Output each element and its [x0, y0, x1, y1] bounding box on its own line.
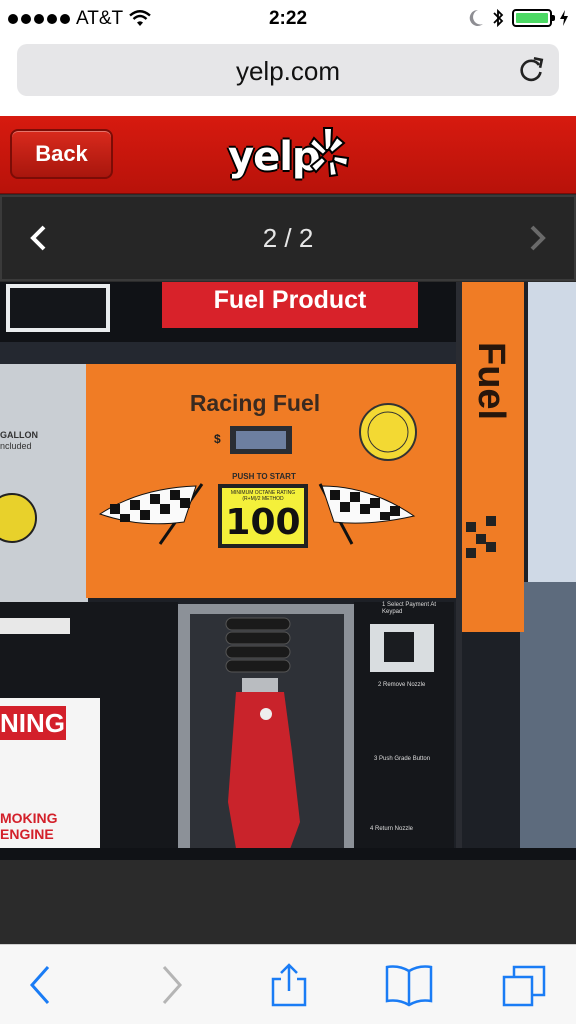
- address-bar[interactable]: yelp.com: [17, 44, 559, 96]
- charging-icon: [560, 10, 568, 26]
- screen: AT&T 2:22 yelp.com Back yelp 2 / 2 Fuel …: [0, 0, 576, 1024]
- back-arrow-icon[interactable]: [20, 963, 66, 1007]
- bluetooth-icon: [493, 8, 504, 28]
- yelp-logo[interactable]: yelp: [228, 122, 354, 188]
- tabs-icon[interactable]: [502, 963, 548, 1007]
- battery-icon: [512, 9, 555, 27]
- photo-counter: 2 / 2: [262, 223, 314, 253]
- moon-icon: [469, 9, 483, 26]
- price-symbol: $: [214, 432, 221, 446]
- side-banner-text: Fuel: [470, 342, 512, 421]
- back-button[interactable]: Back: [10, 129, 113, 179]
- fuel-product-label: Fuel Product: [213, 286, 367, 314]
- fuel-pump-photo[interactable]: Fuel Product Racing Fuel $ PUSH TO START…: [0, 282, 576, 860]
- gallery-bottom-area: [0, 860, 576, 944]
- url-text: yelp.com: [235, 56, 341, 86]
- gallon-label: GALLON: [0, 430, 38, 440]
- octane-value: 100: [225, 502, 301, 543]
- pump-step-3: 3 Push Grade Button: [374, 756, 431, 762]
- browser-toolbar: [0, 944, 576, 1024]
- status-bar: AT&T 2:22: [0, 0, 576, 38]
- yelp-burst-icon: [308, 127, 350, 178]
- status-right: [468, 8, 568, 28]
- reload-icon[interactable]: [517, 56, 545, 84]
- no-smoking-line1: MOKING: [0, 810, 58, 826]
- octane-rating-caption: MINIMUM OCTANE RATING (R+M)/2 METHOD: [230, 490, 296, 502]
- bookmarks-icon[interactable]: [384, 963, 434, 1007]
- push-to-start-label: PUSH TO START: [232, 472, 296, 481]
- pump-step-4: 4 Return Nozzle: [370, 826, 414, 832]
- forward-arrow-icon[interactable]: [146, 963, 192, 1007]
- racing-fuel-label: Racing Fuel: [189, 390, 321, 416]
- pump-step-2: 2 Remove Nozzle: [378, 682, 426, 688]
- pump-step-1: 1 Select Payment At Keypad: [382, 602, 437, 615]
- browser-address-area: yelp.com: [0, 38, 576, 116]
- no-smoking-line2: ENGINE: [0, 826, 54, 842]
- included-label: ncluded: [0, 441, 32, 451]
- warning-label: NING: [0, 708, 65, 738]
- next-photo-icon[interactable]: [522, 223, 552, 253]
- yelp-header: Back yelp: [0, 116, 576, 194]
- share-icon[interactable]: [266, 963, 312, 1007]
- photo-navigation: 2 / 2: [0, 195, 576, 281]
